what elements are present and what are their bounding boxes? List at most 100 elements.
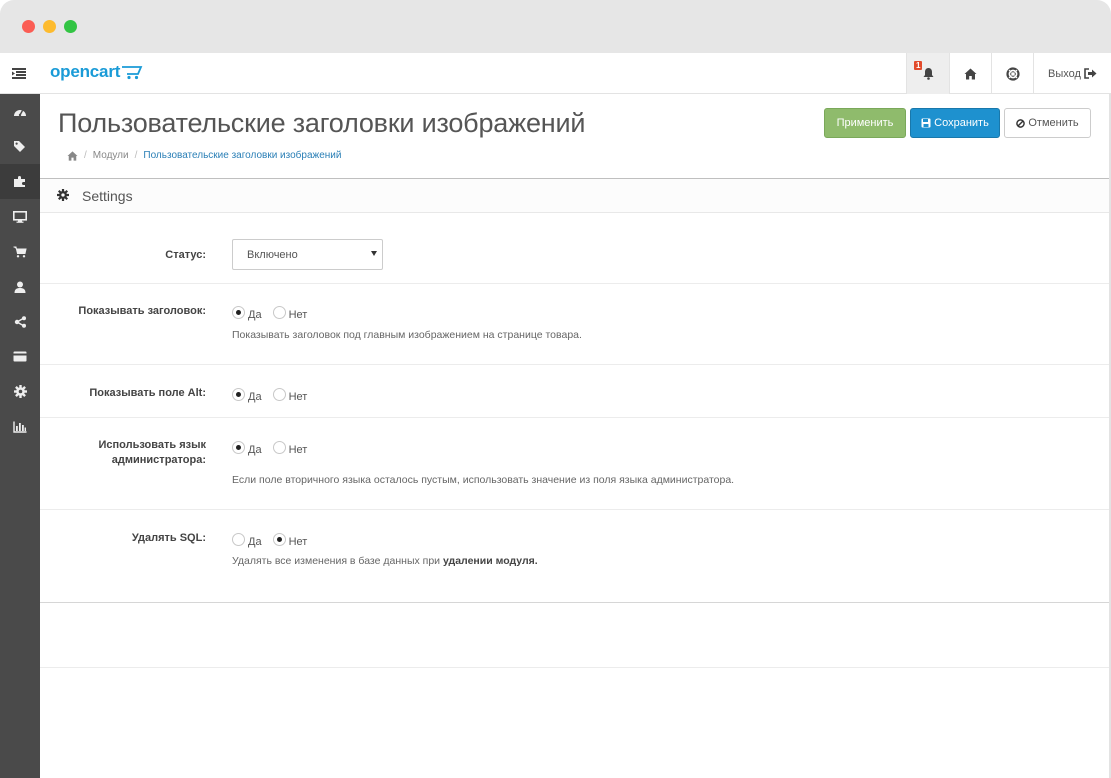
sidebar-item-payment[interactable]	[0, 339, 40, 374]
status-select[interactable]: Включено	[232, 239, 383, 270]
show-alt-label: Показывать поле Alt:	[89, 387, 206, 399]
share-icon	[14, 315, 26, 328]
chevron-down-icon	[371, 251, 377, 256]
use-admin-language-label: Использовать язык администратора:	[98, 438, 206, 468]
notification-badge: 1	[914, 61, 923, 70]
form-row-show-title: Показывать заголовок: Да Нет Показывать …	[40, 284, 1109, 365]
show-alt-no-radio[interactable]	[272, 388, 286, 401]
use-admin-language-radio-group: Да Нет	[232, 441, 318, 456]
header-actions: 1 Выход	[906, 53, 1111, 94]
show-title-no-label: Нет	[288, 308, 308, 321]
cart-logo-icon	[122, 66, 143, 80]
cancel-button[interactable]: Отменить	[1004, 108, 1091, 138]
status-select-value: Включено	[247, 249, 298, 261]
breadcrumb-current-link[interactable]: Пользовательские заголовки изображений	[143, 150, 341, 161]
show-title-no-radio[interactable]	[272, 306, 286, 319]
panel-title: Settings	[82, 188, 133, 204]
minimize-window-button[interactable]	[43, 20, 56, 33]
sidebar-item-extensions[interactable]	[0, 164, 40, 199]
credit-card-icon	[13, 351, 27, 362]
tags-icon	[14, 141, 25, 152]
form-row-status: Статус: Включено	[40, 214, 1109, 284]
show-alt-no-label: Нет	[288, 390, 308, 403]
store-home-button[interactable]	[949, 53, 991, 94]
breadcrumb: / Модули / Пользовательские заголовки из…	[67, 150, 341, 161]
page-title: Пользовательские заголовки изображений	[58, 108, 586, 138]
bell-icon	[923, 68, 933, 80]
form-row-delete-sql: Удалять SQL: Да Нет Удалять все изменени…	[40, 510, 1109, 602]
close-window-button[interactable]	[22, 20, 35, 33]
user-icon	[14, 281, 26, 293]
browser-window: opencart 1 Выход Пользовательские заголо…	[0, 0, 1111, 778]
page-viewport: opencart 1 Выход Пользовательские заголо…	[0, 53, 1111, 778]
ban-icon	[1016, 118, 1026, 128]
breadcrumb-separator: /	[134, 150, 138, 161]
maximize-window-button[interactable]	[64, 20, 77, 33]
use-admin-language-yes-radio[interactable]	[232, 441, 245, 454]
floppy-disk-icon	[921, 118, 931, 128]
settings-panel-heading: Settings	[40, 179, 1109, 213]
logo-text: opencart	[50, 62, 121, 81]
use-admin-language-yes-label: Да	[248, 443, 262, 456]
cart-icon	[13, 246, 27, 257]
show-alt-yes-radio[interactable]	[232, 388, 245, 401]
delete-sql-help-emphasis: удалении модуля.	[442, 555, 538, 567]
status-label: Статус:	[165, 249, 206, 261]
show-title-label: Показывать заголовок:	[78, 305, 206, 317]
bar-chart-icon	[13, 421, 27, 433]
apply-button[interactable]: Применить	[824, 108, 906, 138]
show-title-yes-label: Да	[248, 308, 262, 321]
delete-sql-label: Удалять SQL:	[131, 532, 206, 544]
use-admin-language-label-line1: Использовать язык	[98, 439, 206, 451]
use-admin-language-no-label: Нет	[288, 443, 308, 456]
show-title-help: Показывать заголовок под главным изображ…	[232, 329, 582, 341]
menu-toggle-button[interactable]	[0, 53, 38, 94]
top-header: opencart 1 Выход	[0, 53, 1111, 94]
sidebar-item-design[interactable]	[0, 199, 40, 234]
cog-icon	[13, 385, 27, 398]
show-title-radio-group: Да Нет	[232, 306, 318, 321]
help-button[interactable]	[991, 53, 1033, 94]
delete-sql-help-text: Удалять все изменения в базе данных при	[232, 555, 443, 567]
save-button-label: Сохранить	[934, 117, 989, 129]
form-row-show-alt: Показывать поле Alt: Да Нет	[40, 365, 1109, 418]
panel-bottom-border	[40, 602, 1109, 603]
sidebar-item-system[interactable]	[0, 374, 40, 409]
save-button[interactable]: Сохранить	[910, 108, 1000, 138]
breadcrumb-home-icon[interactable]	[67, 150, 78, 161]
main-content: Пользовательские заголовки изображений /…	[40, 94, 1111, 778]
sidebar-item-reports[interactable]	[0, 409, 40, 444]
sidebar-item-customers[interactable]	[0, 269, 40, 304]
sidebar-item-marketing[interactable]	[0, 304, 40, 339]
delete-sql-yes-label: Да	[248, 535, 262, 548]
life-ring-icon	[1005, 66, 1020, 81]
sign-out-icon	[1084, 68, 1097, 79]
delete-sql-no-radio[interactable]	[272, 533, 286, 546]
notifications-button[interactable]: 1	[906, 53, 949, 94]
use-admin-language-no-radio[interactable]	[272, 441, 286, 454]
cancel-button-label: Отменить	[1028, 117, 1079, 129]
logout-button[interactable]: Выход	[1033, 53, 1111, 94]
breadcrumb-separator: /	[84, 150, 87, 161]
show-title-yes-radio[interactable]	[232, 306, 245, 319]
show-alt-yes-label: Да	[248, 390, 262, 403]
desktop-icon	[13, 210, 27, 223]
sidebar-item-dashboard[interactable]	[0, 94, 40, 129]
use-admin-language-help: Если поле вторичного языка осталось пуст…	[232, 474, 735, 486]
delete-sql-no-label: Нет	[288, 535, 308, 548]
breadcrumb-modules-link[interactable]: Модули	[93, 150, 129, 161]
apply-button-label: Применить	[836, 117, 894, 129]
sidebar-item-catalog[interactable]	[0, 129, 40, 164]
delete-sql-help: Удалять все изменения в базе данных при …	[232, 555, 538, 567]
window-controls	[22, 20, 77, 33]
delete-sql-radio-group: Да Нет	[232, 533, 318, 548]
logout-label: Выход	[1048, 67, 1081, 80]
use-admin-language-label-line2: администратора:	[111, 454, 206, 466]
sidebar-nav	[0, 94, 40, 778]
opencart-logo[interactable]: opencart	[50, 62, 145, 82]
delete-sql-yes-radio[interactable]	[232, 533, 245, 546]
form-row-use-admin-language: Использовать язык администратора: Да Нет…	[40, 418, 1109, 510]
footer-divider	[40, 667, 1109, 668]
sidebar-item-sales[interactable]	[0, 234, 40, 269]
menu-toggle-icon	[12, 68, 26, 79]
